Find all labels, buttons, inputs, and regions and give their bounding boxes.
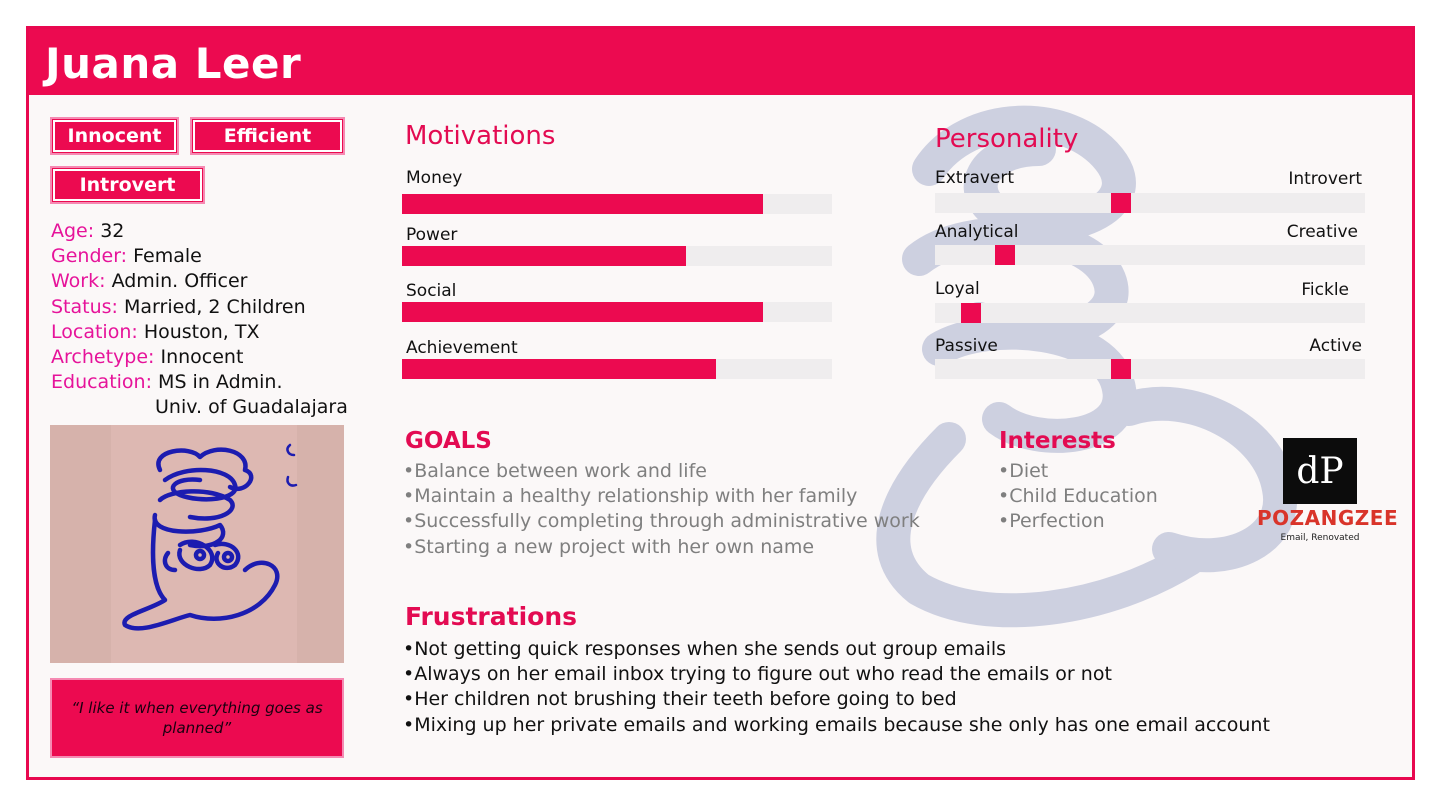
- tag-efficient: Efficient: [190, 117, 345, 155]
- frustrations-title: Frustrations: [405, 602, 578, 631]
- personality-title: Personality: [935, 124, 1079, 154]
- motivation-bar-achievement: [402, 359, 832, 379]
- list-item: •Her children not brushing their teeth b…: [403, 688, 957, 711]
- motivation-bar-fill: [402, 302, 764, 322]
- list-item: •Not getting quick responses when she se…: [403, 638, 1007, 660]
- personality-scale-analytical-creative: [935, 245, 1365, 265]
- interests-list: •Diet •Child Education •Perfection: [998, 459, 1158, 535]
- list-item: •Child Education: [998, 485, 1158, 508]
- detail-age: Age: 32: [51, 220, 125, 242]
- persona-sketch-icon: [122, 443, 298, 631]
- persona-quote: “I like it when everything goes as plann…: [50, 678, 344, 758]
- motivation-bar-fill: [402, 359, 716, 379]
- list-item: •Balance between work and life: [403, 460, 707, 482]
- personality-scale-loyal-fickle: [935, 303, 1365, 323]
- personality-marker: [960, 303, 981, 323]
- personality-right-label: Creative: [1286, 222, 1358, 242]
- pozangzee-logo: dP POZANGZEE Email, Renovated: [1257, 436, 1399, 551]
- detail-archetype: Archetype: Innocent: [51, 346, 244, 369]
- goals-list: •Balance between work and life •Maintain…: [403, 459, 920, 560]
- frustrations-list: •Not getting quick responses when she se…: [403, 637, 1270, 738]
- personality-marker: [995, 245, 1016, 265]
- motivation-label-power: Power: [406, 225, 458, 245]
- persona-photo: [50, 425, 344, 663]
- personality-right-label: Active: [1309, 336, 1362, 356]
- personality-scale-extravert-introvert: [935, 193, 1365, 213]
- motivations-title: Motivations: [405, 121, 556, 151]
- list-item: •Maintain a healthy relationship with he…: [403, 485, 858, 508]
- header-bar: Juana Leer: [29, 29, 1412, 95]
- list-item: •Always on her email inbox trying to fig…: [403, 663, 1112, 686]
- personality-left-label: Analytical: [935, 222, 1019, 242]
- personality-left-label: Extravert: [935, 168, 1015, 188]
- personality-scale-passive-active: [935, 359, 1365, 379]
- motivation-bar-social: [402, 302, 832, 322]
- motivation-bar-power: [402, 246, 832, 266]
- detail-education-school: Univ. of Guadalajara: [155, 396, 348, 419]
- detail-work: Work: Admin. Officer: [51, 270, 248, 293]
- detail-location: Location: Houston, TX: [51, 320, 260, 343]
- detail-gender: Gender: Female: [51, 245, 202, 268]
- motivation-bar-fill: [402, 194, 764, 214]
- persona-card: Juana Leer Innocent Efficient Introvert …: [26, 26, 1415, 780]
- persona-name: Juana Leer: [45, 39, 302, 88]
- goals-title: GOALS: [405, 428, 492, 454]
- motivation-label-achievement: Achievement: [406, 338, 518, 358]
- detail-education: Education: MS in Admin.: [51, 371, 283, 394]
- detail-status: Status: Married, 2 Children: [51, 295, 306, 318]
- logo-name: POZANGZEE: [1257, 506, 1399, 530]
- personality-marker: [1111, 359, 1132, 379]
- logo-tagline: Email, Renovated: [1280, 533, 1360, 543]
- personality-right-label: Fickle: [1301, 280, 1349, 300]
- motivation-bar-money: [402, 194, 832, 214]
- list-item: •Successfully completing through adminis…: [403, 510, 920, 533]
- personality-left-label: Passive: [935, 336, 998, 356]
- interests-title: Interests: [999, 428, 1116, 454]
- tag-introvert: Introvert: [50, 166, 205, 204]
- list-item: •Starting a new project with her own nam…: [403, 535, 815, 558]
- tag-innocent: Innocent: [50, 117, 179, 155]
- persona-details: Age: 32 Gender: Female Work: Admin. Offi…: [51, 219, 348, 421]
- motivation-bar-fill: [402, 246, 686, 266]
- personality-right-label: Introvert: [1288, 169, 1362, 189]
- personality-marker: [1111, 193, 1132, 213]
- list-item: •Diet: [998, 460, 1049, 482]
- list-item: •Perfection: [998, 510, 1105, 533]
- list-item: •Mixing up her private emails and workin…: [403, 713, 1270, 736]
- motivation-label-money: Money: [406, 168, 463, 188]
- personality-left-label: Loyal: [935, 279, 980, 299]
- logo-mark: dP: [1283, 438, 1357, 504]
- motivation-label-social: Social: [406, 281, 457, 301]
